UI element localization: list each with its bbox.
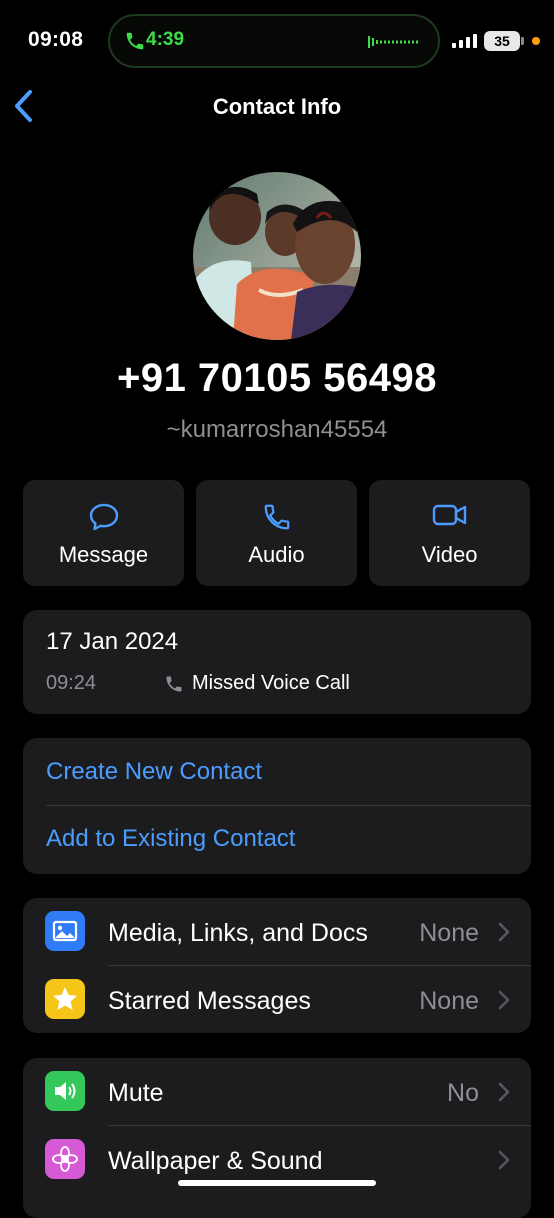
- call-log-time: 09:24: [46, 672, 97, 694]
- audio-label: Audio: [248, 542, 305, 567]
- home-indicator[interactable]: [178, 1180, 376, 1186]
- star-icon: [45, 979, 85, 1019]
- battery-indicator: 35: [484, 31, 520, 51]
- mute-row[interactable]: Mute No: [23, 1059, 531, 1125]
- phone-icon: [264, 504, 289, 530]
- photo-icon: [45, 911, 85, 951]
- add-to-existing-contact-button[interactable]: Add to Existing Contact: [46, 825, 295, 853]
- message-label: Message: [58, 542, 149, 567]
- chevron-right-icon: [498, 1082, 510, 1102]
- starred-messages-value: None: [419, 987, 479, 1015]
- phone-icon: [126, 32, 144, 50]
- message-bubble-icon: [89, 503, 118, 531]
- call-log-date: 17 Jan 2024: [46, 628, 179, 655]
- create-new-contact-button[interactable]: Create New Contact: [46, 758, 262, 786]
- divider: [108, 1125, 531, 1126]
- contact-username: ~kumarroshan45554: [166, 416, 388, 443]
- audio-waveform-icon: [368, 36, 418, 48]
- call-log-card: [23, 610, 531, 714]
- video-camera-icon: [432, 504, 466, 526]
- privacy-indicator-dot: [532, 37, 540, 45]
- mute-value: No: [447, 1079, 479, 1107]
- starred-messages-row[interactable]: Starred Messages None: [23, 967, 531, 1033]
- call-timer: 4:39: [146, 29, 185, 50]
- cellular-signal-icon: [452, 34, 477, 48]
- divider: [108, 965, 531, 966]
- divider: [46, 805, 531, 806]
- media-links-docs-label: Media, Links, and Docs: [108, 919, 368, 947]
- chevron-right-icon: [498, 1150, 510, 1170]
- contact-avatar[interactable]: [193, 172, 361, 340]
- battery-tip: [521, 37, 524, 45]
- chevron-right-icon: [498, 922, 510, 942]
- starred-messages-label: Starred Messages: [108, 987, 311, 1015]
- media-links-docs-row[interactable]: Media, Links, and Docs None: [23, 899, 531, 965]
- media-links-docs-value: None: [419, 919, 479, 947]
- audio-call-button[interactable]: Audio: [196, 480, 357, 586]
- dynamic-island-call[interactable]: 4:39: [108, 14, 440, 68]
- contact-phone-number: +91 70105 56498: [116, 356, 438, 400]
- flower-icon: [45, 1139, 85, 1179]
- mute-label: Mute: [108, 1079, 164, 1107]
- wallpaper-sound-label: Wallpaper & Sound: [108, 1147, 323, 1175]
- phone-icon: [166, 676, 182, 692]
- video-call-button[interactable]: Video: [369, 480, 530, 586]
- avatar-photo: [193, 172, 361, 340]
- speaker-icon: [45, 1071, 85, 1111]
- message-button[interactable]: Message: [23, 480, 184, 586]
- video-label: Video: [421, 542, 478, 567]
- status-time: 09:08: [28, 28, 84, 51]
- page-title: Contact Info: [212, 94, 342, 119]
- chevron-right-icon: [498, 990, 510, 1010]
- call-log-status: Missed Voice Call: [192, 672, 350, 694]
